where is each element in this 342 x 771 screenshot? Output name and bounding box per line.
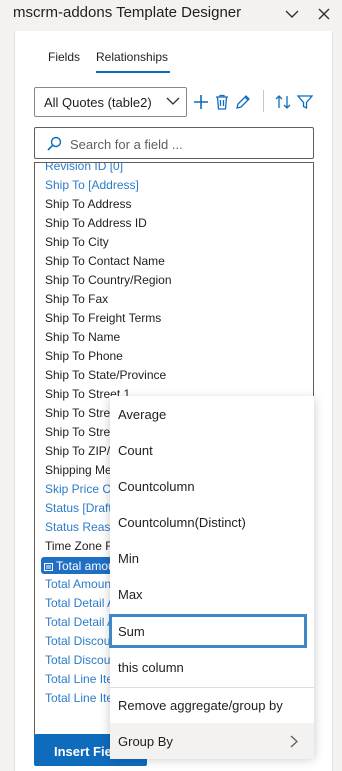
search-icon	[47, 136, 62, 151]
tab-relationships[interactable]: Relationships	[96, 50, 168, 64]
menu-item-countcolumn[interactable]: Countcolumn	[110, 468, 314, 504]
menu-item-label: Sum	[118, 624, 145, 639]
field-item[interactable]: Ship To Name	[45, 329, 120, 348]
menu-item-label: Remove aggregate/group by	[118, 698, 283, 713]
search-box	[34, 127, 314, 159]
close-button[interactable]	[313, 3, 335, 25]
field-item[interactable]: Ship To Address	[45, 196, 132, 215]
field-item-label: Ship To Phone	[45, 349, 123, 363]
menu-item-this-column[interactable]: this column	[110, 649, 314, 685]
edit-button[interactable]	[233, 91, 253, 113]
pencil-icon	[236, 95, 250, 109]
plus-icon	[194, 95, 208, 109]
field-item[interactable]: Ship To Contact Name	[45, 253, 165, 272]
menu-item-remove-aggregate-group-by[interactable]: Remove aggregate/group by	[110, 687, 314, 723]
chevron-down-icon	[166, 97, 180, 105]
field-item-label: Status [Draft]	[45, 501, 116, 515]
entity-select-value: All Quotes (table2)	[44, 95, 152, 110]
title-bar: mscrm-addons Template Designer	[0, 0, 342, 28]
trash-icon	[216, 94, 228, 110]
menu-item-label: Count	[118, 443, 153, 458]
field-item[interactable]: Ship To State/Province	[45, 367, 166, 386]
field-item-label: Ship To Contact Name	[45, 254, 165, 268]
aggregate-context-menu: Average Count Countcolumn Countcolumn(Disti…	[109, 396, 314, 759]
tab-fields[interactable]: Fields	[48, 50, 80, 64]
field-item-label: Ship To Address ID	[45, 216, 147, 230]
field-item-label: Ship To Address	[45, 197, 132, 211]
filter-button[interactable]	[295, 91, 315, 113]
menu-item-max[interactable]: Max	[110, 576, 314, 612]
menu-item-sum[interactable]: Sum	[109, 614, 307, 648]
menu-item-label: this column	[118, 660, 184, 675]
close-icon	[318, 8, 330, 20]
toolbar: All Quotes (table2)	[34, 85, 324, 117]
sort-button[interactable]	[273, 91, 293, 113]
menu-item-label: Max	[118, 587, 143, 602]
collapse-button[interactable]	[281, 3, 303, 25]
field-item-label: Ship To State/Province	[45, 368, 167, 382]
menu-item-group-by[interactable]: Group By	[110, 723, 314, 759]
add-button[interactable]	[191, 91, 211, 113]
active-tab-indicator	[96, 71, 170, 73]
field-item-label: Ship To Name	[45, 330, 121, 344]
field-item[interactable]: Ship To City	[45, 234, 109, 253]
field-item[interactable]: Ship To [Address]	[45, 177, 139, 196]
search-input[interactable]	[70, 134, 308, 154]
sort-icon	[275, 95, 291, 109]
menu-item-label: Countcolumn	[118, 479, 195, 494]
field-item[interactable]: Ship To Country/Region	[45, 272, 172, 291]
menu-item-countcolumn-distinct[interactable]: Countcolumn(Distinct)	[110, 504, 314, 540]
field-item-label: Total Amount	[45, 577, 115, 591]
menu-item-label: Group By	[118, 734, 173, 749]
menu-item-count[interactable]: Count	[110, 432, 314, 468]
menu-item-average[interactable]: Average	[110, 396, 314, 432]
entity-select[interactable]: All Quotes (table2)	[34, 87, 187, 117]
field-item-label: Ship To City	[45, 235, 109, 249]
field-item-label: Ship To Country/Region	[45, 273, 172, 287]
field-item[interactable]: Ship To Address ID	[45, 215, 147, 234]
toolbar-divider	[263, 90, 264, 112]
aggregate-icon	[44, 562, 53, 571]
menu-item-min[interactable]: Min	[110, 540, 314, 576]
window-title: mscrm-addons Template Designer	[13, 4, 242, 21]
field-item[interactable]: Ship To Phone	[45, 348, 123, 367]
field-item[interactable]: Total Amount	[45, 576, 114, 595]
menu-item-label: Min	[118, 551, 139, 566]
chevron-down-icon	[285, 10, 299, 18]
filter-icon	[297, 95, 313, 110]
field-item-label: Ship To Fax	[45, 292, 109, 306]
field-item[interactable]: Status [Draft]	[45, 500, 115, 519]
menu-item-label: Countcolumn(Distinct)	[118, 515, 246, 530]
delete-button[interactable]	[212, 91, 232, 113]
field-item-label: Ship To [Address]	[45, 178, 139, 192]
tab-bar: Fields Relationships	[15, 41, 332, 73]
field-item[interactable]: Ship To Fax	[45, 291, 108, 310]
field-item[interactable]: Ship To Freight Terms	[45, 310, 161, 329]
field-item-label: Ship To Freight Terms	[45, 311, 162, 325]
field-item[interactable]: Revision ID [0]	[45, 162, 124, 177]
menu-item-label: Average	[118, 407, 167, 422]
chevron-right-icon	[290, 735, 298, 748]
field-item-label: Revision ID [0]	[45, 162, 124, 173]
